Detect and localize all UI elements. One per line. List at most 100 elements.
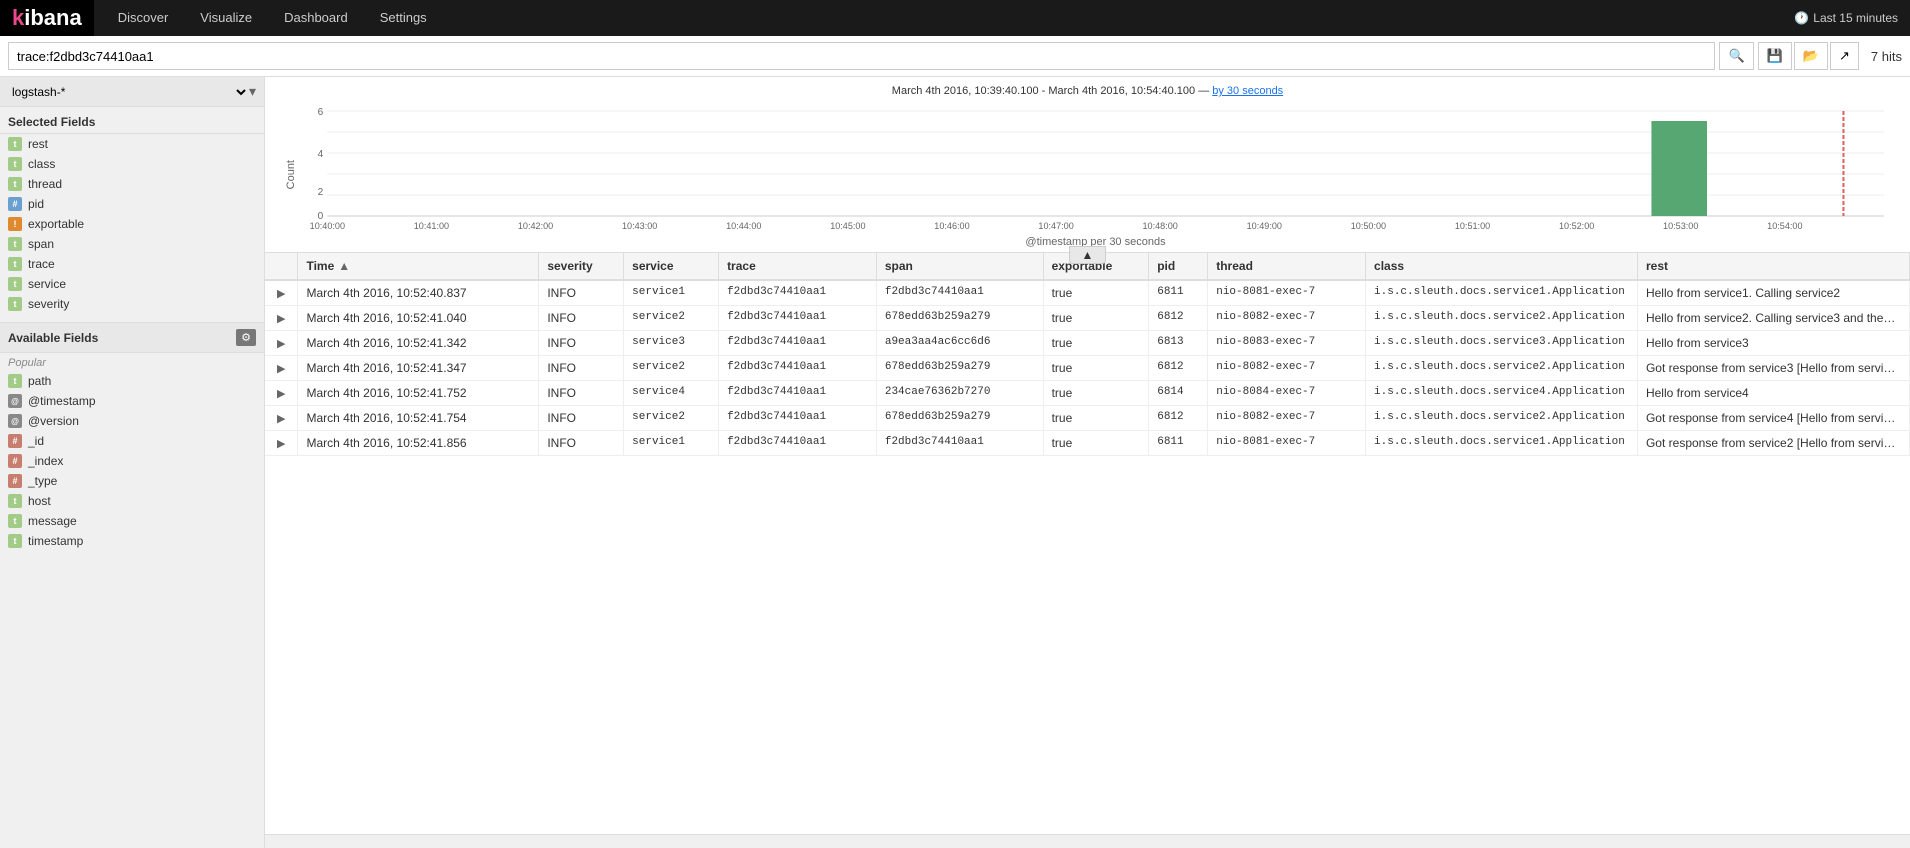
cell-service: service4 (624, 381, 719, 406)
table-row: ▶March 4th 2016, 10:52:41.347INFOservice… (265, 356, 1910, 381)
col-header-thread[interactable]: thread (1208, 253, 1366, 280)
field-name: @timestamp (28, 394, 96, 408)
table-row: ▶March 4th 2016, 10:52:41.856INFOservice… (265, 431, 1910, 456)
cell-trace: f2dbd3c74410aa1 (719, 306, 877, 331)
share-search-button[interactable]: ↗ (1830, 42, 1859, 70)
fields-gear-button[interactable]: ⚙ (236, 329, 256, 346)
chart-collapse-button[interactable]: ▲ (1069, 246, 1107, 264)
selected-field-exportable[interactable]: ! exportable (0, 214, 264, 234)
cell-exportable: true (1043, 356, 1149, 381)
cell-class: i.s.c.sleuth.docs.service1.Application (1366, 280, 1638, 306)
col-header-rest[interactable]: rest (1637, 253, 1909, 280)
search-input[interactable] (8, 42, 1715, 70)
row-expand-button[interactable]: ▶ (273, 437, 289, 450)
svg-text:10:45:00: 10:45:00 (830, 221, 865, 231)
time-display[interactable]: 🕐 Last 15 minutes (1782, 11, 1910, 25)
row-expand-button[interactable]: ▶ (273, 362, 289, 375)
nav-settings[interactable]: Settings (364, 0, 443, 36)
search-button[interactable]: 🔍 (1719, 42, 1753, 70)
selected-field-service[interactable]: t service (0, 274, 264, 294)
cell-trace: f2dbd3c74410aa1 (719, 381, 877, 406)
cell-pid: 6812 (1149, 356, 1208, 381)
row-expand-button[interactable]: ▶ (273, 287, 289, 300)
field-name: thread (28, 177, 62, 191)
col-header-class[interactable]: class (1366, 253, 1638, 280)
svg-text:10:43:00: 10:43:00 (622, 221, 657, 231)
chart-interval-link[interactable]: by 30 seconds (1212, 85, 1283, 97)
chart-title-bar: March 4th 2016, 10:39:40.100 - March 4th… (281, 85, 1894, 97)
selected-fields-title: Selected Fields (0, 107, 264, 134)
cell-thread: nio-8082-exec-7 (1208, 406, 1366, 431)
row-expand-button[interactable]: ▶ (273, 337, 289, 350)
load-search-button[interactable]: 📂 (1794, 42, 1828, 70)
cell-severity: INFO (539, 406, 624, 431)
available-field-message[interactable]: t message (0, 511, 264, 531)
cell-severity: INFO (539, 280, 624, 306)
cell-span: 678edd63b259a279 (876, 356, 1043, 381)
popular-label: Popular (0, 353, 264, 371)
col-header-pid[interactable]: pid (1149, 253, 1208, 280)
col-header-severity[interactable]: severity (539, 253, 624, 280)
col-header-span[interactable]: span (876, 253, 1043, 280)
row-expand-button[interactable]: ▶ (273, 412, 289, 425)
table-row: ▶March 4th 2016, 10:52:41.754INFOservice… (265, 406, 1910, 431)
at-type-icon: @ (8, 394, 22, 408)
row-expand-button[interactable]: ▶ (273, 387, 289, 400)
svg-text:10:53:00: 10:53:00 (1663, 221, 1698, 231)
available-field-host[interactable]: t host (0, 491, 264, 511)
selected-field-span[interactable]: t span (0, 234, 264, 254)
available-fields-list: t path @ @timestamp @ @version # _id # _… (0, 371, 264, 551)
nav-dashboard[interactable]: Dashboard (268, 0, 364, 36)
bottom-scrollbar[interactable] (265, 834, 1910, 848)
chart-svg-container: 6 4 2 0 10:40:00 10:41:00 (297, 101, 1894, 248)
col-header-trace[interactable]: trace (719, 253, 877, 280)
save-search-button[interactable]: 💾 (1758, 42, 1792, 70)
row-expand-button[interactable]: ▶ (273, 312, 289, 325)
field-name: message (28, 514, 77, 528)
table-container: Time▲severityservicetracespanexportablep… (265, 253, 1910, 834)
cell-rest: Hello from service2. Calling service3 an… (1637, 306, 1909, 331)
available-field-_id[interactable]: # _id (0, 431, 264, 451)
selected-field-rest[interactable]: t rest (0, 134, 264, 154)
cell-service: service2 (624, 406, 719, 431)
cell-trace: f2dbd3c74410aa1 (719, 280, 877, 306)
svg-text:10:50:00: 10:50:00 (1351, 221, 1386, 231)
cell-trace: f2dbd3c74410aa1 (719, 406, 877, 431)
cell-service: service1 (624, 431, 719, 456)
data-table: Time▲severityservicetracespanexportablep… (265, 253, 1910, 456)
col-header-time[interactable]: Time▲ (298, 253, 539, 280)
cell-trace: f2dbd3c74410aa1 (719, 431, 877, 456)
selected-field-trace[interactable]: t trace (0, 254, 264, 274)
cell-rest: Hello from service1. Calling service2 (1637, 280, 1909, 306)
table-row: ▶March 4th 2016, 10:52:41.342INFOservice… (265, 331, 1910, 356)
available-field-_type[interactable]: # _type (0, 471, 264, 491)
available-field-timestamp[interactable]: t timestamp (0, 531, 264, 551)
cell-thread: nio-8081-exec-7 (1208, 280, 1366, 306)
selected-field-severity[interactable]: t severity (0, 294, 264, 314)
hits-badge: 7 hits (1871, 49, 1902, 64)
nav-discover[interactable]: Discover (102, 0, 185, 36)
available-field-@timestamp[interactable]: @ @timestamp (0, 391, 264, 411)
cell-pid: 6812 (1149, 306, 1208, 331)
col-header-service[interactable]: service (624, 253, 719, 280)
available-field-@version[interactable]: @ @version (0, 411, 264, 431)
selected-field-class[interactable]: t class (0, 154, 264, 174)
field-name: severity (28, 297, 69, 311)
sidebar-collapse-button[interactable]: ▾ (249, 83, 256, 100)
selected-field-pid[interactable]: # pid (0, 194, 264, 214)
available-field-path[interactable]: t path (0, 371, 264, 391)
string-type-icon: t (8, 374, 22, 388)
cell-span: f2dbd3c74410aa1 (876, 431, 1043, 456)
available-fields-section: Available Fields ⚙ Popular t path @ @tim… (0, 322, 264, 551)
cell-class: i.s.c.sleuth.docs.service4.Application (1366, 381, 1638, 406)
cell-class: i.s.c.sleuth.docs.service1.Application (1366, 431, 1638, 456)
selected-field-thread[interactable]: t thread (0, 174, 264, 194)
cell-time: March 4th 2016, 10:52:41.856 (298, 431, 539, 456)
field-name: _type (28, 474, 57, 488)
logo-text: kibana (12, 5, 82, 31)
index-pattern-select[interactable]: logstash-* (8, 84, 249, 100)
nav-visualize[interactable]: Visualize (184, 0, 268, 36)
at-type-icon: @ (8, 414, 22, 428)
string-type-icon: t (8, 237, 22, 251)
available-field-_index[interactable]: # _index (0, 451, 264, 471)
